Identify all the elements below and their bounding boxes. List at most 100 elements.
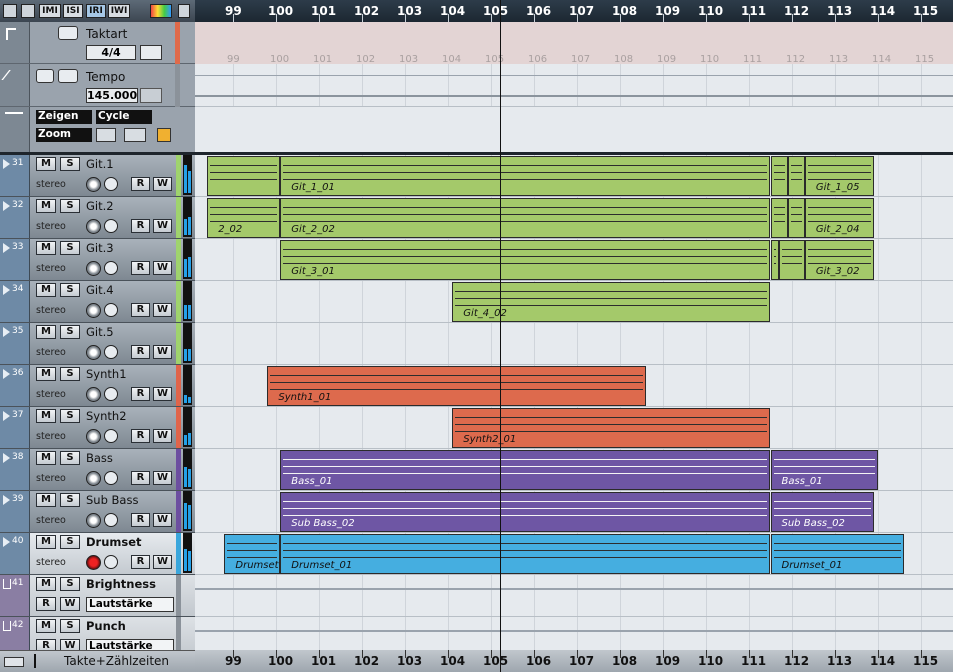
write-automation-button[interactable]: W: [153, 303, 172, 317]
track-lane[interactable]: [195, 323, 953, 365]
expand-track-icon[interactable]: [3, 453, 10, 463]
read-automation-button[interactable]: R: [131, 429, 150, 443]
track-name[interactable]: Git.3: [86, 241, 114, 255]
mute-button[interactable]: M: [36, 577, 56, 591]
audio-event[interactable]: [770, 240, 780, 280]
solo-button[interactable]: S: [60, 619, 80, 633]
automation-lane[interactable]: [195, 575, 953, 617]
audio-event[interactable]: [770, 156, 788, 196]
mute-button[interactable]: M: [36, 535, 56, 549]
lock-icon[interactable]: [58, 26, 78, 40]
solo-button[interactable]: S: [60, 199, 80, 213]
audio-event[interactable]: [787, 198, 805, 238]
record-enable-icon[interactable]: [86, 345, 101, 360]
expand-track-icon[interactable]: [3, 411, 10, 421]
audio-event[interactable]: Bass_01: [770, 450, 878, 490]
solo-button[interactable]: S: [60, 451, 80, 465]
solo-button[interactable]: S: [60, 157, 80, 171]
read-automation-button[interactable]: R: [36, 597, 56, 611]
write-automation-button[interactable]: W: [153, 177, 172, 191]
tempo-fader[interactable]: [140, 88, 162, 103]
expand-track-icon[interactable]: [3, 495, 10, 505]
audio-track-header[interactable]: 38 M S Bass stereo R W: [0, 449, 195, 491]
audio-event[interactable]: [770, 198, 788, 238]
audio-event[interactable]: Git_3_01: [280, 240, 771, 280]
track-number-cell[interactable]: 31: [0, 155, 30, 196]
audio-event[interactable]: Sub Bass_02: [770, 492, 874, 532]
show-dropdown[interactable]: Zeigen: [36, 110, 92, 124]
expand-track-icon[interactable]: [3, 369, 10, 379]
audio-track-header[interactable]: 37 M S Synth2 stereo R W: [0, 407, 195, 449]
expand-track-icon[interactable]: [3, 537, 10, 547]
timeline-ruler[interactable]: 99 100 101 102 103 104 105 106 107 108 109 110 111 11…: [195, 0, 953, 22]
solo-button[interactable]: S: [60, 577, 80, 591]
monitor-icon[interactable]: [104, 471, 118, 485]
read-automation-button[interactable]: R: [131, 219, 150, 233]
track-name[interactable]: Git.4: [86, 283, 114, 297]
track-number-cell[interactable]: 39: [0, 491, 30, 532]
read-automation-button[interactable]: R: [131, 471, 150, 485]
audio-event[interactable]: Git_1_01: [280, 156, 771, 196]
automation-line[interactable]: [195, 630, 953, 632]
write-automation-button[interactable]: W: [60, 597, 80, 611]
track-name[interactable]: Punch: [86, 619, 126, 633]
mute-button[interactable]: M: [36, 409, 56, 423]
add-cycle-marker-icon[interactable]: [124, 128, 146, 142]
expand-track-icon[interactable]: [3, 243, 10, 253]
color-palette-icon[interactable]: [150, 4, 172, 18]
mute-button[interactable]: M: [36, 493, 56, 507]
audio-track-header[interactable]: 36 M S Synth1 stereo R W: [0, 365, 195, 407]
record-enable-icon[interactable]: [86, 471, 101, 486]
audio-event[interactable]: Bass_01: [280, 450, 771, 490]
track-name[interactable]: Git.5: [86, 325, 114, 339]
read-automation-button[interactable]: R: [131, 177, 150, 191]
track-number-cell[interactable]: 32: [0, 197, 30, 238]
automation-track-header[interactable]: 41 M S Brightness R W Lautstärke: [0, 575, 195, 617]
track-name[interactable]: Drumset: [86, 535, 142, 549]
track-name[interactable]: Brightness: [86, 577, 156, 591]
track-name[interactable]: Git.1: [86, 157, 114, 171]
audio-event[interactable]: [787, 156, 805, 196]
track-name[interactable]: Synth1: [86, 367, 127, 381]
audio-event[interactable]: Git_3_02: [804, 240, 874, 280]
record-enable-icon[interactable]: [86, 513, 101, 528]
power-icon[interactable]: [36, 69, 54, 83]
audio-event[interactable]: Drumset_01: [280, 534, 771, 574]
audio-track-header[interactable]: 35 M S Git.5 stereo R W: [0, 323, 195, 365]
toolbar-btn-write[interactable]: IWI: [108, 4, 130, 18]
expand-track-icon[interactable]: [3, 327, 10, 337]
audio-event[interactable]: [779, 240, 805, 280]
write-automation-button[interactable]: W: [153, 219, 172, 233]
record-enable-icon[interactable]: [86, 219, 101, 234]
expand-track-icon[interactable]: [3, 285, 10, 295]
expand-track-icon[interactable]: [3, 159, 10, 169]
audio-track-header[interactable]: 33 M S Git.3 stereo R W: [0, 239, 195, 281]
timebase-label[interactable]: Takte+Zählzeiten: [64, 654, 169, 668]
expand-icon[interactable]: [21, 4, 35, 18]
cycle-dropdown[interactable]: Cycle: [96, 110, 152, 124]
solo-button[interactable]: S: [60, 325, 80, 339]
monitor-icon[interactable]: [104, 261, 118, 275]
read-automation-button[interactable]: R: [131, 387, 150, 401]
write-automation-button[interactable]: W: [153, 471, 172, 485]
monitor-icon[interactable]: [104, 555, 118, 569]
toolbar-btn-midi[interactable]: IMI: [39, 4, 61, 18]
write-automation-button[interactable]: W: [153, 555, 172, 569]
toolbar-btn-read[interactable]: IRI: [86, 4, 106, 18]
mute-button[interactable]: M: [36, 199, 56, 213]
solo-button[interactable]: S: [60, 283, 80, 297]
solo-button[interactable]: S: [60, 367, 80, 381]
write-automation-button[interactable]: W: [153, 513, 172, 527]
automation-lane[interactable]: [195, 617, 953, 650]
automation-line[interactable]: [195, 588, 953, 590]
read-automation-button[interactable]: R: [131, 345, 150, 359]
monitor-icon[interactable]: [104, 177, 118, 191]
record-enable-icon[interactable]: [86, 555, 101, 570]
zoom-dropdown[interactable]: Zoom: [36, 128, 92, 142]
monitor-icon[interactable]: [104, 387, 118, 401]
audio-event[interactable]: Sub Bass_02: [280, 492, 771, 532]
audio-event[interactable]: Git_2_04: [804, 198, 874, 238]
track-number-cell[interactable]: 34: [0, 281, 30, 322]
audio-track-header[interactable]: 32 M S Git.2 stereo R W: [0, 197, 195, 239]
write-automation-button[interactable]: W: [153, 261, 172, 275]
